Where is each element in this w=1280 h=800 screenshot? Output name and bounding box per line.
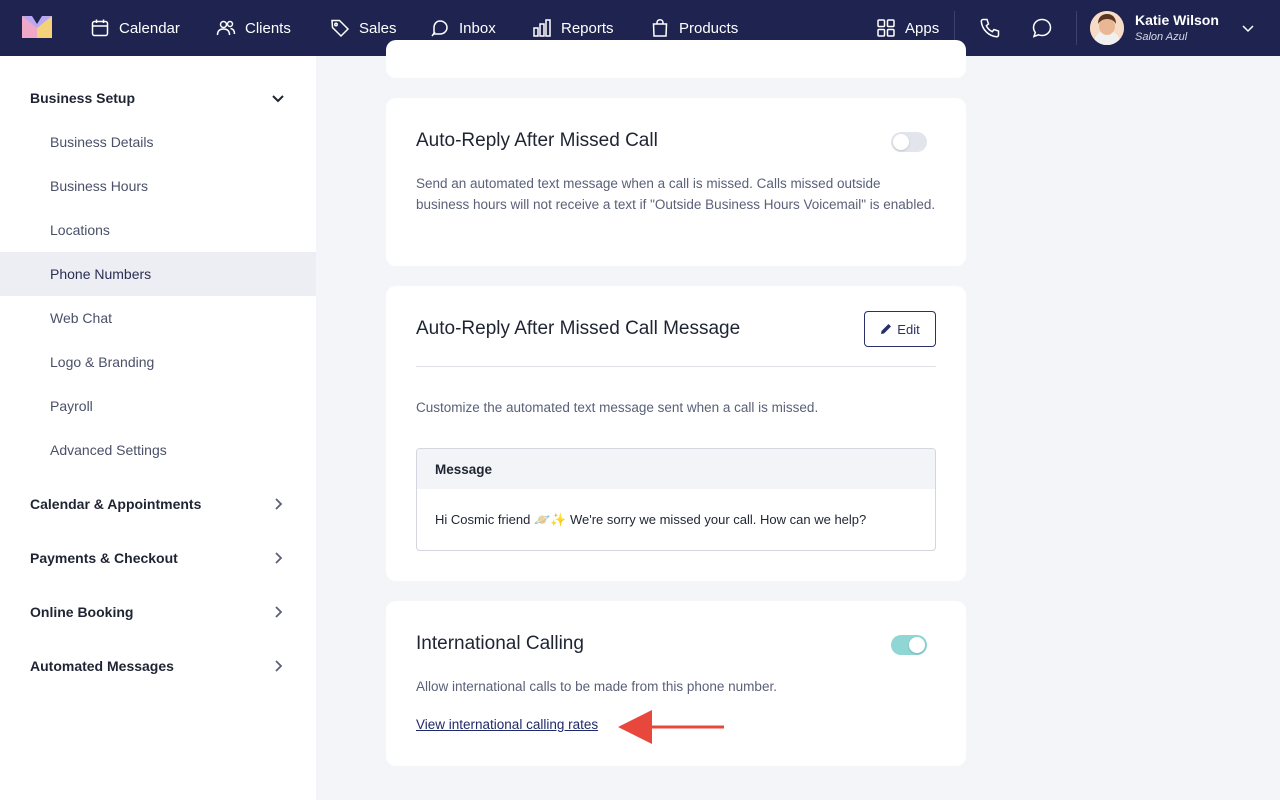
sidebar-item-web-chat[interactable]: Web Chat <box>0 296 316 340</box>
nav-divider <box>1076 11 1077 45</box>
message-header: Message <box>417 449 935 489</box>
nav-sales-label: Sales <box>359 19 397 37</box>
sidebar-section-label: Automated Messages <box>30 658 174 674</box>
international-calling-toggle[interactable] <box>891 635 927 655</box>
sidebar-item-advanced-settings[interactable]: Advanced Settings <box>0 428 316 472</box>
sidebar-section-payments-checkout[interactable]: Payments & Checkout <box>0 536 316 580</box>
sidebar-item-label: Web Chat <box>50 310 112 326</box>
nav-clients[interactable]: Clients <box>216 0 291 56</box>
phone-button[interactable] <box>978 16 1002 40</box>
logo-icon[interactable] <box>22 16 52 38</box>
sidebar-section-label: Business Setup <box>30 90 136 106</box>
sidebar-item-locations[interactable]: Locations <box>0 208 316 252</box>
sidebar-section-label: Calendar & Appointments <box>30 496 202 512</box>
bar-chart-icon <box>533 19 551 37</box>
sidebar-item-label: Advanced Settings <box>50 442 167 458</box>
sidebar-section-calendar-appointments[interactable]: Calendar & Appointments <box>0 482 316 526</box>
chevron-right-icon <box>275 606 283 618</box>
chevron-down-icon <box>272 95 284 103</box>
nav-calendar-label: Calendar <box>119 19 180 37</box>
missed-call-message-card: Auto-Reply After Missed Call Message Edi… <box>386 286 966 581</box>
sidebar-item-label: Payroll <box>50 398 93 414</box>
sidebar-item-logo-branding[interactable]: Logo & Branding <box>0 340 316 384</box>
sidebar-section-label: Payments & Checkout <box>30 550 178 566</box>
toggle-knob <box>893 134 909 150</box>
nav-reports-label: Reports <box>561 19 614 37</box>
sidebar-item-label: Business Hours <box>50 178 149 194</box>
pencil-icon <box>881 324 892 334</box>
nav-apps-label: Apps <box>905 19 940 37</box>
nav-products-label: Products <box>679 19 739 37</box>
chevron-down-icon[interactable] <box>1240 20 1256 36</box>
chevron-right-icon <box>275 552 283 564</box>
card-title: International Calling <box>416 633 584 654</box>
shopping-bag-icon <box>652 19 668 37</box>
user-avatar-icon <box>1090 11 1124 45</box>
inbox-icon <box>431 20 448 37</box>
sidebar-item-label: Phone Numbers <box>50 266 152 282</box>
user-business-name: Salon Azul <box>1135 31 1188 43</box>
tag-icon <box>331 19 350 38</box>
card-title: Auto-Reply After Missed Call <box>416 130 658 151</box>
users-icon <box>216 20 236 36</box>
nav-clients-label: Clients <box>245 19 291 37</box>
message-preview: Message Hi Cosmic friend 🪐✨ We're sorry … <box>416 448 936 551</box>
toggle-knob <box>909 637 925 653</box>
sidebar-section-business-setup[interactable]: Business Setup <box>0 76 316 120</box>
sidebar-item-label: Logo & Branding <box>50 354 155 370</box>
chevron-right-icon <box>275 498 283 510</box>
card-description: Send an automated text message when a ca… <box>416 176 936 212</box>
edit-message-button[interactable]: Edit <box>864 311 936 347</box>
nav-inbox-label: Inbox <box>459 19 496 37</box>
card-title: Auto-Reply After Missed Call Message <box>416 318 741 339</box>
nav-calendar[interactable]: Calendar <box>90 0 180 56</box>
sidebar-section-label: Online Booking <box>30 604 134 620</box>
annotation-arrow-icon <box>618 710 724 744</box>
sidebar-section-automated-messages[interactable]: Automated Messages <box>0 644 316 688</box>
edit-button-label: Edit <box>897 321 920 337</box>
chat-button[interactable] <box>1030 16 1054 40</box>
settings-sidebar: Business Setup Business Details Business… <box>0 56 316 800</box>
calendar-icon <box>91 19 109 37</box>
sidebar-item-business-details[interactable]: Business Details <box>0 120 316 164</box>
sidebar-item-label: Locations <box>50 222 110 238</box>
sidebar-item-payroll[interactable]: Payroll <box>0 384 316 428</box>
grid-icon <box>877 19 895 37</box>
avatar[interactable] <box>1090 11 1124 45</box>
sidebar-item-business-hours[interactable]: Business Hours <box>0 164 316 208</box>
chat-bubble-icon <box>1032 18 1052 38</box>
divider <box>416 366 936 367</box>
card-description: Customize the automated text message sen… <box>416 400 819 415</box>
user-name: Katie Wilson <box>1135 12 1219 28</box>
missed-call-auto-reply-toggle[interactable] <box>891 132 927 152</box>
message-text: Hi Cosmic friend 🪐✨ We're sorry we misse… <box>435 511 867 527</box>
missed-call-auto-reply-card: Auto-Reply After Missed Call Send an aut… <box>386 98 966 266</box>
sidebar-item-phone-numbers[interactable]: Phone Numbers <box>0 252 316 296</box>
sidebar-item-label: Business Details <box>50 134 154 150</box>
phone-icon <box>980 18 1000 38</box>
previous-settings-card <box>386 40 966 78</box>
chevron-right-icon <box>275 660 283 672</box>
card-description: Allow international calls to be made fro… <box>416 679 777 694</box>
sidebar-section-online-booking[interactable]: Online Booking <box>0 590 316 634</box>
view-calling-rates-link[interactable]: View international calling rates <box>416 717 598 732</box>
